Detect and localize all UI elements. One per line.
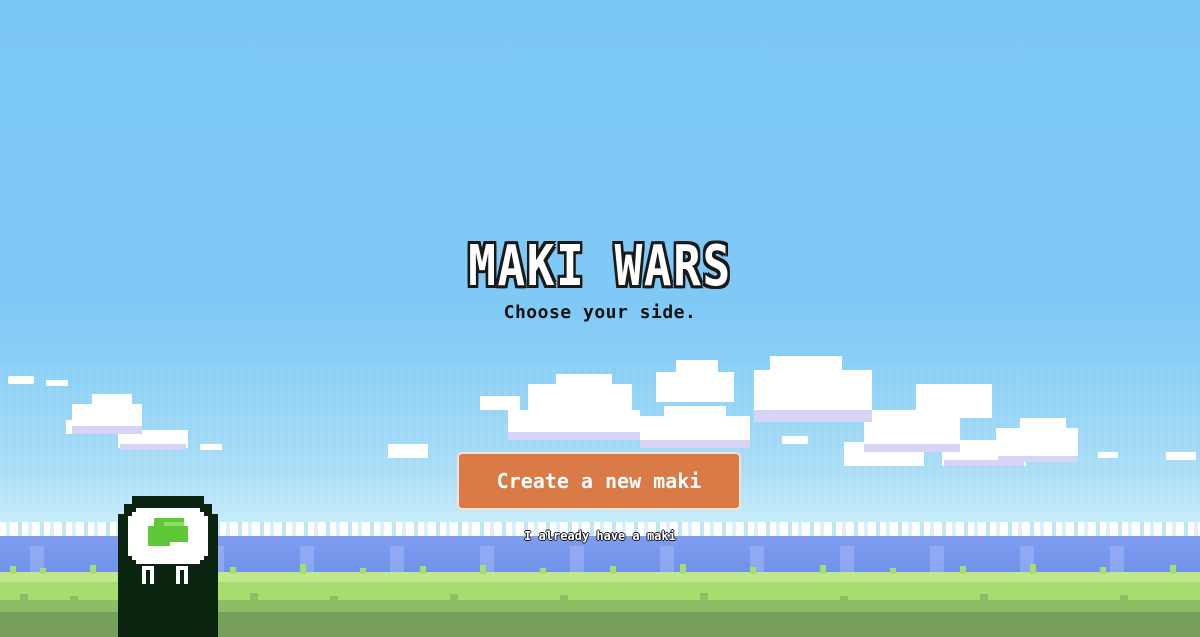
maki-sushi-character-icon bbox=[118, 496, 218, 637]
title-block: MAKI WARS Choose your side. bbox=[0, 234, 1200, 324]
game-title: MAKI WARS bbox=[468, 234, 732, 299]
game-scene: MAKI WARS Choose your side. Create a new… bbox=[0, 0, 1200, 637]
tagline: Choose your side. bbox=[503, 302, 697, 323]
create-maki-button[interactable]: Create a new maki bbox=[457, 452, 741, 510]
existing-maki-link[interactable]: I already have a maki bbox=[524, 529, 676, 543]
